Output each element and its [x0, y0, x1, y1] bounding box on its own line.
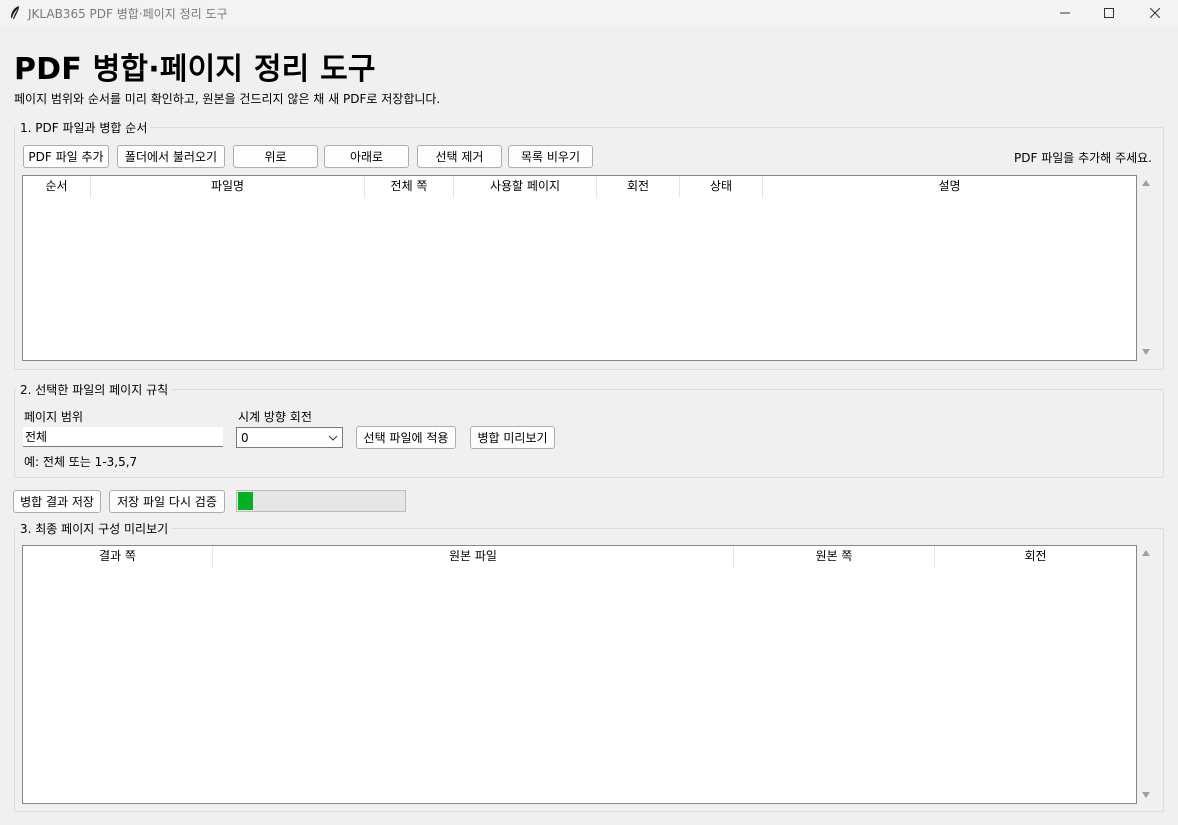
status-message: PDF 파일을 추가해 주세요.: [1014, 151, 1152, 165]
progress-fill: [238, 492, 253, 510]
minimize-icon: [1060, 12, 1070, 14]
page-preview-table[interactable]: 결과 쪽 원본 파일 원본 쪽 회전: [22, 545, 1137, 804]
page-range-input[interactable]: [23, 427, 223, 447]
file-list-header: 순서 파일명 전체 쪽 사용할 페이지 회전 상태 설명: [23, 176, 1136, 198]
page-subtitle: 페이지 범위와 순서를 미리 확인하고, 원본을 건드리지 않은 채 새 PDF…: [14, 92, 441, 106]
rotation-select[interactable]: 0: [236, 427, 343, 448]
preview-group-label: 3. 최종 페이지 구성 미리보기: [17, 520, 172, 537]
page-range-label: 페이지 범위: [24, 410, 84, 424]
apply-to-selected-button[interactable]: 선택 파일에 적용: [356, 426, 456, 449]
verify-saved-button[interactable]: 저장 파일 다시 검증: [109, 490, 225, 513]
column-header-preview-rotation[interactable]: 회전: [935, 546, 1136, 568]
column-header-pages-to-use[interactable]: 사용할 페이지: [454, 176, 597, 198]
maximize-icon: [1104, 8, 1114, 18]
scroll-up-icon[interactable]: [1142, 180, 1150, 186]
column-header-description[interactable]: 설명: [763, 176, 1136, 198]
move-up-button[interactable]: 위로: [233, 145, 318, 168]
file-list-table[interactable]: 순서 파일명 전체 쪽 사용할 페이지 회전 상태 설명: [22, 175, 1137, 361]
column-header-source-file[interactable]: 원본 파일: [213, 546, 734, 568]
app-window: JKLAB365 PDF 병합·페이지 정리 도구 PDF 병합·페이지 정리 …: [0, 0, 1178, 825]
file-list-scrollbar[interactable]: [1137, 175, 1155, 361]
chevron-down-icon: [328, 435, 338, 441]
column-header-source-page[interactable]: 원본 쪽: [734, 546, 935, 568]
minimize-button[interactable]: [1042, 0, 1088, 26]
save-merged-button[interactable]: 병합 결과 저장: [13, 490, 101, 513]
page-title: PDF 병합·페이지 정리 도구: [14, 52, 376, 87]
progress-bar: [236, 490, 406, 512]
rotation-select-value: 0: [241, 430, 249, 445]
column-header-order[interactable]: 순서: [23, 176, 91, 198]
page-range-hint: 예: 전체 또는 1-3,5,7: [24, 455, 138, 469]
rotation-label: 시계 방향 회전: [238, 410, 312, 424]
close-button[interactable]: [1132, 0, 1178, 26]
column-header-result-page[interactable]: 결과 쪽: [23, 546, 213, 568]
window-title: JKLAB365 PDF 병합·페이지 정리 도구: [28, 7, 228, 21]
files-group-label: 1. PDF 파일과 병합 순서: [17, 119, 151, 136]
maximize-button[interactable]: [1086, 0, 1132, 26]
column-header-total-pages[interactable]: 전체 쪽: [365, 176, 454, 198]
column-header-rotation[interactable]: 회전: [597, 176, 680, 198]
move-down-button[interactable]: 아래로: [324, 145, 409, 168]
clear-list-button[interactable]: 목록 비우기: [508, 145, 593, 168]
remove-selected-button[interactable]: 선택 제거: [417, 145, 502, 168]
scroll-down-icon[interactable]: [1142, 792, 1150, 798]
close-icon: [1150, 8, 1160, 18]
feather-icon: [11, 6, 19, 19]
scroll-up-icon[interactable]: [1142, 550, 1150, 556]
rules-group-label: 2. 선택한 파일의 페이지 규칙: [17, 381, 172, 398]
title-bar[interactable]: JKLAB365 PDF 병합·페이지 정리 도구: [0, 0, 1178, 26]
column-header-filename[interactable]: 파일명: [91, 176, 365, 198]
add-pdf-button[interactable]: PDF 파일 추가: [23, 145, 109, 168]
merge-preview-button[interactable]: 병합 미리보기: [470, 426, 555, 449]
load-folder-button[interactable]: 폴더에서 불러오기: [117, 145, 225, 168]
scroll-down-icon[interactable]: [1142, 349, 1150, 355]
page-preview-header: 결과 쪽 원본 파일 원본 쪽 회전: [23, 546, 1136, 568]
page-preview-scrollbar[interactable]: [1137, 545, 1155, 804]
column-header-status[interactable]: 상태: [680, 176, 763, 198]
